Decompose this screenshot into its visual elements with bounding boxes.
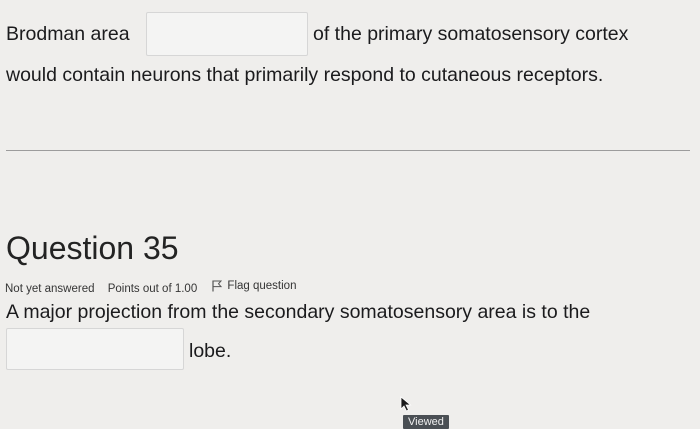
q34-answer-input[interactable]	[146, 12, 308, 56]
q35-answer-input[interactable]	[6, 328, 184, 370]
flag-question-link[interactable]: Flag question	[212, 278, 306, 294]
q35-suffix: lobe.	[189, 340, 232, 362]
question-divider	[6, 150, 690, 151]
q34-prefix: Brodman area	[6, 23, 130, 45]
flag-label: Flag question	[227, 280, 297, 292]
answer-status: Not yet answered	[5, 283, 95, 295]
q35-line1: A major projection from the secondary so…	[6, 301, 591, 323]
q34-suffix: of the primary somatosensory cortex	[313, 23, 629, 45]
points-info: Points out of 1.00	[107, 283, 198, 295]
mouse-pointer-icon	[400, 396, 412, 412]
question-title: Question 35	[6, 230, 179, 266]
viewed-badge: Viewed	[403, 415, 449, 429]
question-info: Not yet answered Points out of 1.00 Flag…	[5, 278, 316, 297]
flag-icon	[212, 280, 223, 292]
q34-line2: would contain neurons that primarily res…	[6, 64, 604, 86]
